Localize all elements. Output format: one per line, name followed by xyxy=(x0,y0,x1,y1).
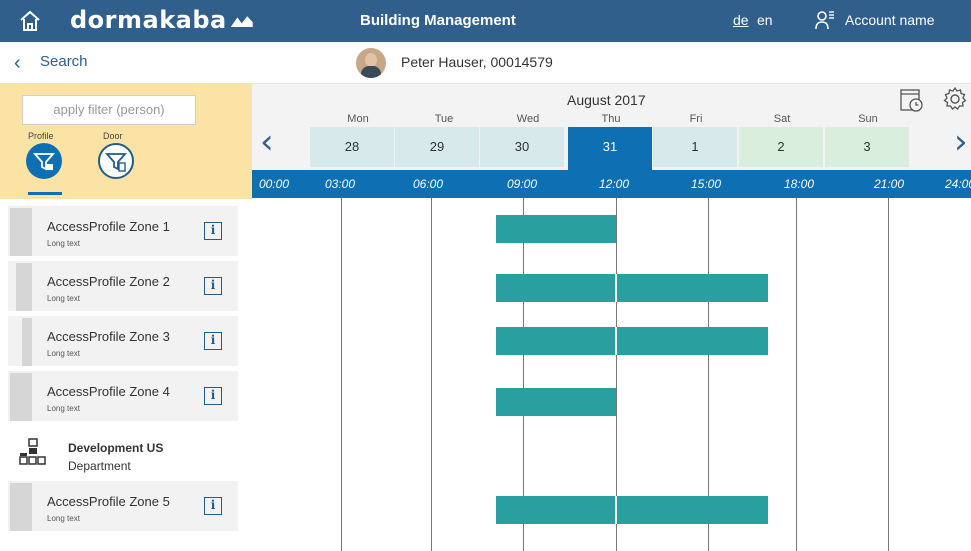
item-name: AccessProfile Zone 3 xyxy=(47,329,170,344)
item-name: AccessProfile Zone 2 xyxy=(47,274,170,289)
schedule-event[interactable] xyxy=(496,215,616,243)
grid-line xyxy=(888,198,889,551)
list-item[interactable]: AccessProfile Zone 2 Long text i xyxy=(8,261,238,313)
brand-logo: dormakaba xyxy=(70,6,253,34)
brand-name: dormakaba xyxy=(70,6,227,34)
info-icon[interactable]: i xyxy=(204,222,222,240)
search-back-link[interactable]: Search xyxy=(40,53,88,70)
org-chart-icon xyxy=(19,438,46,465)
list-item[interactable]: AccessProfile Zone 3 Long text i xyxy=(8,316,238,368)
item-sub: Long text xyxy=(47,239,80,248)
item-indicator xyxy=(10,373,32,421)
department-item[interactable]: Development US Department xyxy=(8,429,238,481)
top-bar: dormakaba Building Management de en Acco… xyxy=(0,0,971,42)
avatar-face xyxy=(365,53,377,67)
schedule-event[interactable] xyxy=(496,274,768,302)
app-root: dormakaba Building Management de en Acco… xyxy=(0,0,971,551)
grid-line xyxy=(796,198,797,551)
list-item[interactable]: AccessProfile Zone 4 Long text i xyxy=(8,371,238,423)
item-name: AccessProfile Zone 4 xyxy=(47,384,170,399)
dow-label: Tue xyxy=(434,113,454,125)
item-sub: Long text xyxy=(47,404,80,413)
item-name: AccessProfile Zone 5 xyxy=(47,494,170,509)
time-label: 06:00 xyxy=(413,177,444,191)
time-label: 03:00 xyxy=(325,177,356,191)
item-sub: Long text xyxy=(47,294,80,303)
day-cell[interactable]: 29 xyxy=(395,127,479,167)
account-icon[interactable] xyxy=(815,10,835,30)
item-name: AccessProfile Zone 1 xyxy=(47,219,170,234)
day-cell[interactable]: 1 xyxy=(653,127,737,167)
day-cell[interactable]: 28 xyxy=(310,127,394,167)
item-indicator xyxy=(10,208,32,256)
dow-label: Sat xyxy=(773,113,791,125)
department-type: Department xyxy=(68,459,131,473)
time-label: 12:00 xyxy=(599,177,630,191)
list-item[interactable]: AccessProfile Zone 1 Long text i xyxy=(8,206,238,258)
item-sub: Long text xyxy=(47,349,80,358)
person-name: Peter Hauser, 00014579 xyxy=(401,54,553,70)
day-cell-selected[interactable]: 31 xyxy=(568,127,652,170)
dow-label: Thu xyxy=(601,113,621,125)
info-icon[interactable]: i xyxy=(204,277,222,295)
event-divider xyxy=(615,274,617,302)
avatar xyxy=(356,48,386,78)
profile-filter-label: Profile xyxy=(28,131,54,141)
item-sub: Long text xyxy=(47,514,80,523)
item-indicator xyxy=(10,483,32,531)
dow-label: Wed xyxy=(516,113,540,125)
time-label: 15:00 xyxy=(691,177,722,191)
back-chevron-icon[interactable]: ‹ xyxy=(14,52,21,75)
profile-filter-icon[interactable] xyxy=(26,143,62,179)
dow-label: Mon xyxy=(347,113,369,125)
item-indicator xyxy=(16,263,32,311)
lang-en-link[interactable]: en xyxy=(757,12,773,28)
item-indicator xyxy=(22,318,32,366)
time-label: 00:00 xyxy=(259,177,290,191)
info-icon[interactable]: i xyxy=(204,497,222,515)
month-label: August 2017 xyxy=(567,92,646,108)
dow-label: Fri xyxy=(689,113,703,125)
active-filter-indicator xyxy=(28,192,62,195)
schedule-event[interactable] xyxy=(496,327,768,355)
calendar-header: August 2017 ‹ › Mon Tue Wed Thu Fri Sat … xyxy=(252,84,971,170)
filter-panel: apply filter (person) Profile Door xyxy=(0,84,252,199)
time-label: 24:00 xyxy=(945,177,971,191)
filter-input[interactable]: apply filter (person) xyxy=(22,95,196,125)
door-filter-icon[interactable] xyxy=(98,143,134,179)
list-item[interactable]: AccessProfile Zone 5 Long text i xyxy=(8,481,238,533)
time-label: 09:00 xyxy=(507,177,538,191)
lang-de-link[interactable]: de xyxy=(733,12,749,28)
grid-line xyxy=(431,198,432,551)
event-divider xyxy=(615,327,617,355)
schedule-grid xyxy=(252,198,971,551)
door-filter-label: Door xyxy=(103,131,123,141)
schedule-event[interactable] xyxy=(496,496,768,524)
profile-list: AccessProfile Zone 1 Long text i AccessP… xyxy=(0,199,252,551)
grid-line xyxy=(341,198,342,551)
next-week-chevron-icon[interactable]: › xyxy=(954,122,968,162)
day-cell[interactable]: 3 xyxy=(825,127,909,167)
info-icon[interactable]: i xyxy=(204,387,222,405)
calendar-clock-icon[interactable] xyxy=(898,86,926,114)
time-label: 21:00 xyxy=(874,177,905,191)
department-name: Development US xyxy=(68,441,164,455)
day-cell[interactable]: 30 xyxy=(480,127,564,167)
home-icon[interactable] xyxy=(18,9,42,33)
time-label: 18:00 xyxy=(784,177,815,191)
sub-bar: ‹ Search Peter Hauser, 00014579 xyxy=(0,42,971,84)
avatar-body xyxy=(361,66,381,78)
info-icon[interactable]: i xyxy=(204,332,222,350)
schedule-event[interactable] xyxy=(496,388,616,416)
day-cell[interactable]: 2 xyxy=(739,127,823,167)
time-axis: 00:00 03:00 06:00 09:00 12:00 15:00 18:0… xyxy=(252,170,971,198)
event-divider xyxy=(615,496,617,524)
gear-icon[interactable] xyxy=(942,86,968,112)
prev-week-chevron-icon[interactable]: ‹ xyxy=(260,122,274,162)
account-name[interactable]: Account name xyxy=(845,12,935,28)
app-title: Building Management xyxy=(360,12,516,29)
dow-label: Sun xyxy=(858,113,878,125)
brand-mark-icon xyxy=(230,16,253,27)
